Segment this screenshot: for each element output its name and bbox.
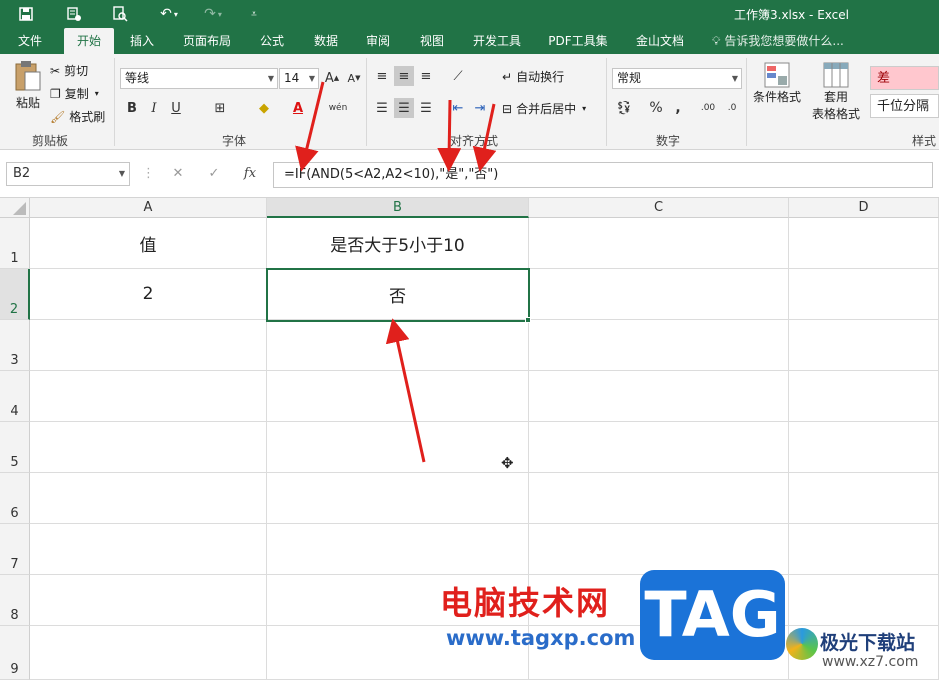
watermark-site-name: 电脑技术网 <box>440 584 611 622</box>
arrow-to-formula-start <box>295 81 325 172</box>
watermark-brand: 极光下载站 <box>820 632 916 654</box>
arrow-to-result-cell <box>385 318 426 463</box>
watermark-site-url: www.tagxp.com <box>446 626 636 650</box>
watermark-tag-logo: TAG <box>640 570 785 660</box>
watermark-brand-url: www.xz7.com <box>822 654 919 670</box>
arrow-to-yes-value <box>437 99 462 172</box>
arrow-to-no-value <box>472 103 497 172</box>
brand-logo-icon <box>786 628 818 660</box>
